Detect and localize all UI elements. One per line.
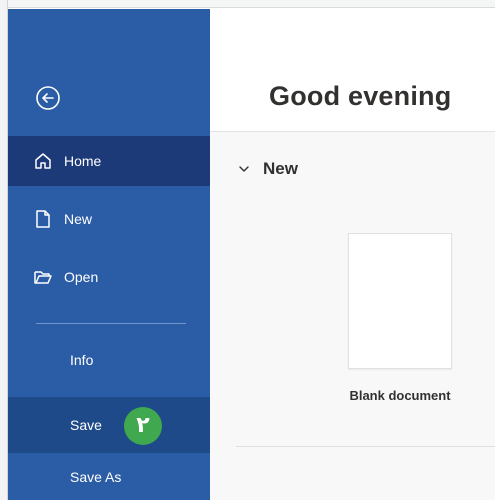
back-button[interactable] bbox=[34, 84, 62, 112]
chevron-down-icon bbox=[239, 166, 249, 172]
blank-document-label[interactable]: Blank document bbox=[320, 388, 480, 403]
section-label: New bbox=[263, 159, 298, 178]
step-number-badge: ٢ bbox=[124, 407, 162, 445]
section-divider bbox=[236, 446, 495, 447]
sidebar-item-new[interactable]: New bbox=[8, 199, 210, 239]
page-title: Good evening bbox=[269, 81, 452, 111]
sidebar-item-label: Save As bbox=[70, 469, 122, 485]
backstage-main: Good evening New Blank document bbox=[210, 9, 495, 500]
sidebar-item-info[interactable]: Info bbox=[8, 340, 210, 380]
back-arrow-icon bbox=[36, 86, 60, 110]
folder-open-icon bbox=[34, 271, 52, 284]
window-top-edge bbox=[0, 0, 495, 8]
sidebar-item-save[interactable]: Save bbox=[8, 397, 210, 453]
sidebar-item-open[interactable]: Open bbox=[8, 257, 210, 297]
new-document-icon bbox=[36, 210, 50, 228]
blank-document-thumbnail[interactable] bbox=[348, 233, 452, 369]
window-left-edge bbox=[0, 0, 8, 500]
sidebar-item-label: Home bbox=[64, 153, 102, 169]
sidebar-item-save-as[interactable]: Save As bbox=[8, 457, 210, 497]
sidebar-separator bbox=[36, 323, 186, 324]
home-icon bbox=[35, 153, 51, 169]
new-section-toggle[interactable]: New bbox=[237, 159, 298, 179]
app-window: Home New Open Info Save ٢ Save As Good e… bbox=[0, 0, 495, 500]
greeting-header: Good evening bbox=[210, 9, 495, 132]
backstage-sidebar: Home New Open Info Save ٢ Save As bbox=[8, 9, 210, 500]
sidebar-item-label: Info bbox=[70, 352, 94, 368]
sidebar-item-label: New bbox=[64, 211, 93, 227]
sidebar-item-label: Open bbox=[64, 269, 99, 285]
sidebar-item-label: Save bbox=[70, 417, 102, 433]
sidebar-item-home[interactable]: Home bbox=[8, 136, 210, 186]
